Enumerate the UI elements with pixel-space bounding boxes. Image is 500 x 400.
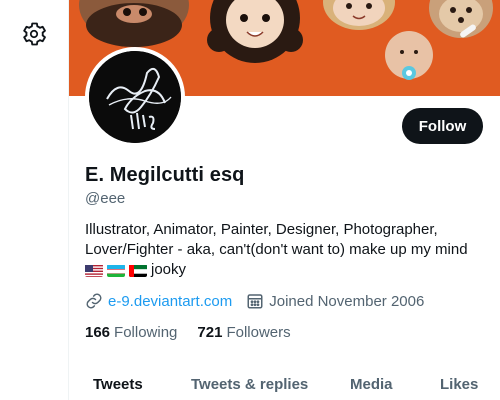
following-count: 166 bbox=[85, 324, 111, 341]
tab-tweets[interactable]: Tweets bbox=[93, 376, 143, 393]
website-link[interactable]: e-9.deviantart.com bbox=[108, 293, 232, 310]
followers-link[interactable]: 721 Followers bbox=[197, 324, 290, 341]
bio-line: jooky bbox=[85, 260, 490, 280]
profile-name: E. Megilcutti esq bbox=[85, 164, 245, 186]
us-flag-icon bbox=[85, 264, 103, 277]
avatar-signature-logo bbox=[89, 51, 181, 143]
bio-line: Illustrator, Animator, Painter, Designer… bbox=[85, 221, 438, 238]
gear-icon[interactable] bbox=[20, 20, 48, 48]
profile-avatar[interactable] bbox=[85, 47, 185, 147]
tab-likes[interactable]: Likes bbox=[440, 376, 478, 393]
profile-meta: e-9.deviantart.com Joined November 2006 bbox=[85, 292, 424, 310]
profile-bio: Illustrator, Animator, Painter, Designer… bbox=[85, 220, 490, 280]
left-rail bbox=[0, 0, 69, 400]
calendar-icon bbox=[246, 292, 264, 310]
followers-count: 721 bbox=[197, 324, 223, 341]
following-link[interactable]: 166 Following bbox=[85, 324, 177, 341]
uae-flag-icon bbox=[129, 264, 147, 277]
bio-line: Lover/Fighter - aka, can't(don't want to… bbox=[85, 241, 468, 258]
following-label: Following bbox=[114, 324, 178, 341]
joined-label: Joined November 2006 bbox=[269, 292, 425, 310]
profile-stats: 166 Following 721 Followers bbox=[85, 324, 311, 341]
follow-button[interactable]: Follow bbox=[402, 108, 483, 144]
link-icon bbox=[85, 292, 103, 310]
profile-handle: @eee bbox=[85, 190, 126, 207]
tab-tweets-and-replies[interactable]: Tweets & replies bbox=[191, 376, 308, 393]
uzbekistan-flag-icon bbox=[107, 264, 125, 277]
tab-media[interactable]: Media bbox=[350, 376, 393, 393]
joined-date: Joined November 2006 bbox=[246, 292, 424, 310]
bio-tail: jooky bbox=[151, 261, 187, 278]
profile-tabs: Tweets Tweets & replies Media Likes bbox=[69, 365, 500, 400]
followers-label: Followers bbox=[226, 324, 291, 341]
